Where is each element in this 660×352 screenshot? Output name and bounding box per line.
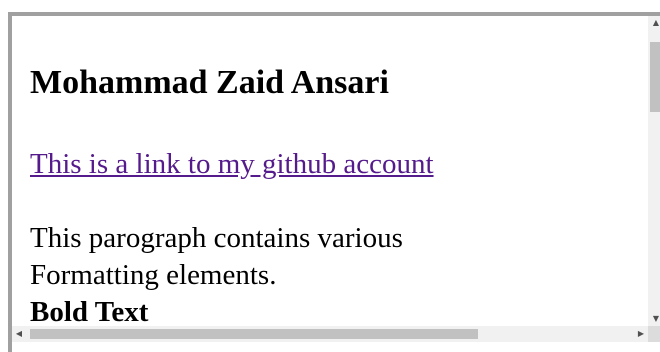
iframe-frame: Mohammad Zaid Ansari This is a link to m… [8,12,660,352]
scroll-right-icon[interactable]: ▶ [634,326,648,342]
scrollbar-corner [648,326,660,342]
vertical-scrollbar-thumb[interactable] [650,42,660,112]
page-viewport: Mohammad Zaid Ansari This is a link to m… [12,16,648,326]
scroll-left-icon[interactable]: ◀ [12,326,26,342]
github-link[interactable]: This is a link to my github account [30,146,434,182]
scroll-up-icon[interactable]: ▲ [648,16,660,30]
horizontal-scrollbar[interactable]: ◀ ▶ [12,326,648,342]
paragraph-line-1: This parograph contains various [30,222,403,254]
page-title: Mohammad Zaid Ansari [30,64,389,101]
bold-text: Bold Text [30,296,149,326]
paragraph-line-2: Formatting elements. [30,259,277,291]
formatting-paragraph: This parograph contains various Formatti… [30,220,403,326]
scroll-down-icon[interactable]: ▼ [648,312,660,326]
vertical-scrollbar[interactable]: ▲ ▼ [648,16,660,326]
